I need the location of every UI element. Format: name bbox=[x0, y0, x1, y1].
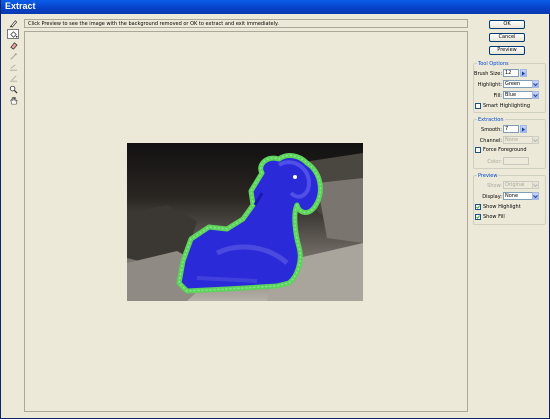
smooth-row: Smooth: 7 bbox=[474, 125, 547, 134]
fill-tool-icon bbox=[9, 30, 18, 38]
tool-options-group: Tool Options Brush Size: 12 Highlight: G… bbox=[473, 61, 547, 113]
display-select[interactable]: None bbox=[503, 192, 533, 200]
image-canvas[interactable] bbox=[24, 31, 468, 412]
hand-icon bbox=[10, 96, 17, 104]
checkmark-icon bbox=[476, 215, 480, 219]
zoom-tool[interactable] bbox=[7, 84, 19, 94]
zoom-icon bbox=[9, 85, 18, 94]
display-label: Display: bbox=[482, 194, 502, 200]
preview-group: Preview Show: Original Display: None Sho… bbox=[473, 173, 547, 225]
color-label: Color: bbox=[487, 159, 502, 165]
fill-label: Fill: bbox=[493, 93, 502, 99]
highlight-row: Highlight: Green bbox=[474, 80, 547, 89]
smart-highlighting-label: Smart Highlighting bbox=[483, 103, 531, 109]
eyedropper-icon bbox=[9, 52, 17, 60]
eraser-icon bbox=[9, 41, 18, 50]
preview-title: Preview bbox=[477, 173, 499, 179]
fill-row: Fill: Blue bbox=[474, 91, 547, 100]
tool-palette bbox=[7, 18, 21, 106]
preview-button[interactable]: Preview bbox=[489, 46, 525, 55]
chevron-down-icon bbox=[533, 82, 538, 86]
color-swatch bbox=[503, 157, 529, 165]
edge-touchup-icon bbox=[9, 75, 17, 82]
window-title: Extract bbox=[5, 1, 36, 11]
force-foreground-checkbox[interactable] bbox=[475, 147, 481, 153]
bighorn-sheep-photo bbox=[127, 143, 363, 301]
brush-size-field[interactable]: 12 bbox=[503, 69, 519, 77]
chevron-down-icon bbox=[533, 138, 538, 142]
highlight-select[interactable]: Green bbox=[503, 80, 533, 88]
smooth-slider-button[interactable] bbox=[520, 125, 527, 133]
channel-dropdown-button bbox=[532, 136, 539, 144]
cancel-button[interactable]: Cancel bbox=[489, 33, 525, 42]
smart-highlighting-checkbox[interactable] bbox=[475, 103, 481, 109]
show-dropdown-button bbox=[532, 181, 539, 189]
fill-tool[interactable] bbox=[7, 29, 19, 39]
checkmark-icon bbox=[476, 205, 480, 209]
hint-bar: Click Preview to see the image with the … bbox=[24, 19, 468, 28]
show-highlight-label: Show Highlight bbox=[483, 204, 521, 210]
brush-size-slider-button[interactable] bbox=[520, 69, 527, 77]
cleanup-tool bbox=[7, 62, 19, 72]
display-dropdown-button[interactable] bbox=[532, 192, 539, 200]
show-select: Original bbox=[503, 181, 533, 189]
arrow-right-icon bbox=[522, 127, 525, 131]
channel-row: Channel: None bbox=[474, 136, 547, 145]
show-row: Show: Original bbox=[474, 181, 547, 190]
chevron-down-icon bbox=[533, 194, 538, 198]
tool-options-title: Tool Options bbox=[477, 61, 510, 67]
highlight-label: Highlight: bbox=[477, 82, 502, 88]
ok-button[interactable]: OK bbox=[489, 20, 525, 29]
channel-select: None bbox=[503, 136, 533, 144]
extraction-title: Extraction bbox=[477, 117, 505, 123]
chevron-down-icon bbox=[533, 93, 538, 97]
eyedropper-tool bbox=[7, 51, 19, 61]
hint-text: Click Preview to see the image with the … bbox=[28, 21, 279, 27]
display-row: Display: None bbox=[474, 192, 547, 201]
extract-dialog: Extract Click Preview to see the image w bbox=[0, 0, 550, 419]
preview-image[interactable] bbox=[127, 143, 363, 301]
channel-label: Channel: bbox=[479, 138, 502, 144]
extraction-group: Extraction Smooth: 7 Channel: None Force… bbox=[473, 117, 547, 169]
fill-dropdown-button[interactable] bbox=[532, 91, 539, 99]
show-highlight-checkbox[interactable] bbox=[475, 204, 481, 210]
edge-highlighter-icon bbox=[9, 19, 17, 28]
color-row: Color: bbox=[474, 157, 547, 166]
smooth-field[interactable]: 7 bbox=[503, 125, 519, 133]
show-fill-label: Show Fill bbox=[483, 214, 505, 220]
smooth-label: Smooth: bbox=[481, 127, 502, 133]
hand-tool[interactable] bbox=[7, 95, 19, 105]
chevron-down-icon bbox=[533, 183, 538, 187]
brush-size-row: Brush Size: 12 bbox=[474, 69, 547, 78]
cleanup-tool-icon bbox=[9, 63, 17, 71]
eraser-tool[interactable] bbox=[7, 40, 19, 50]
show-fill-checkbox[interactable] bbox=[475, 214, 481, 220]
brush-size-label: Brush Size: bbox=[474, 71, 502, 77]
title-bar[interactable]: Extract bbox=[1, 0, 550, 14]
show-label: Show: bbox=[487, 183, 502, 189]
fill-select[interactable]: Blue bbox=[503, 91, 533, 99]
edge-touchup-tool bbox=[7, 73, 19, 83]
arrow-right-icon bbox=[522, 71, 525, 75]
edge-highlighter-tool[interactable] bbox=[7, 18, 19, 28]
force-foreground-label: Force Foreground bbox=[483, 147, 527, 153]
highlight-dropdown-button[interactable] bbox=[532, 80, 539, 88]
